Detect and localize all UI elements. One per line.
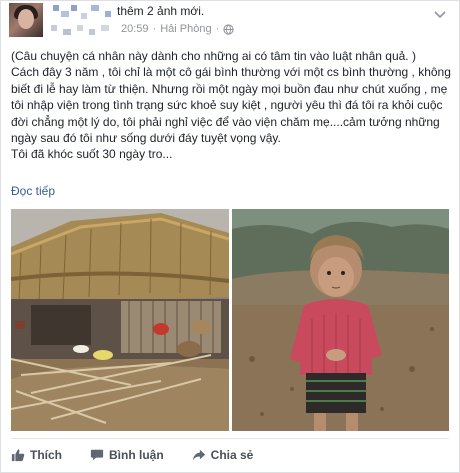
meta-separator: · xyxy=(215,23,220,35)
chevron-down-icon[interactable] xyxy=(433,9,447,19)
post-body: (Câu chuyện cá nhân này dành cho những a… xyxy=(11,48,451,163)
meta-separator: · xyxy=(152,23,157,35)
timestamp[interactable]: 20:59 xyxy=(121,23,149,35)
post-action-text: thêm 2 ảnh mới. xyxy=(117,4,205,18)
post-meta: 20:59 · Hải Phòng · xyxy=(121,23,234,35)
comment-icon xyxy=(90,449,104,461)
post-paragraph: (Câu chuyện cá nhân này dành cho những a… xyxy=(11,49,416,63)
hut-photo-image xyxy=(11,209,229,431)
globe-icon[interactable] xyxy=(223,23,234,35)
post-paragraph: Cách đây 3 năm , tôi chỉ là một cô gái b… xyxy=(11,65,451,146)
like-label: Thích xyxy=(30,448,62,462)
post-photo-hut[interactable] xyxy=(11,209,229,431)
share-icon xyxy=(192,449,205,461)
post-paragraph: Tôi đã khóc suốt 30 ngày tro... xyxy=(11,147,173,162)
location-link[interactable]: Hải Phòng xyxy=(160,23,211,35)
share-button[interactable]: Chia sẻ xyxy=(192,448,254,462)
post-actions-bar: Thích Bình luận Chia sẻ xyxy=(11,445,281,465)
comment-button[interactable]: Bình luận xyxy=(90,448,164,462)
post-photo-child[interactable] xyxy=(232,209,449,431)
thumbs-up-icon xyxy=(11,449,25,462)
read-more-link[interactable]: Đọc tiếp xyxy=(11,184,55,198)
comment-label: Bình luận xyxy=(109,448,164,462)
post-card: thêm 2 ảnh mới. 20:59 · Hải Phòng · (Câu… xyxy=(0,0,460,473)
share-label: Chia sẻ xyxy=(210,448,254,462)
actions-divider xyxy=(11,438,449,439)
child-photo-image xyxy=(232,209,449,431)
like-button[interactable]: Thích xyxy=(11,448,62,462)
avatar[interactable] xyxy=(9,3,43,37)
